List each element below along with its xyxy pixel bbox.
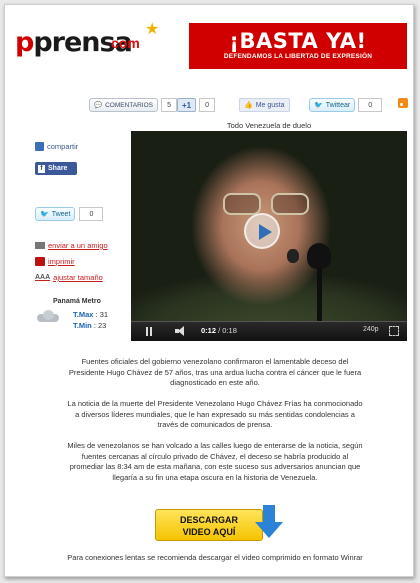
- quality-selector[interactable]: 240p: [363, 326, 379, 333]
- video-time: 0:12 / 0:18: [201, 326, 237, 335]
- twitter-bird-icon: 🐦: [314, 102, 323, 109]
- comments-button[interactable]: 💬 COMENTARIOS: [89, 98, 159, 112]
- cloudy-icon: [37, 310, 59, 322]
- download-note: Para conexiones lentas se recomienda des…: [67, 553, 363, 562]
- download-line-1: DESCARGAR: [179, 515, 238, 525]
- weather-title: Panamá Metro: [53, 298, 101, 305]
- facebook-share-button[interactable]: f Share: [35, 162, 77, 175]
- current-time: 0:12: [201, 326, 217, 335]
- twitter-widget: 🐦 Twittear 0: [309, 97, 383, 113]
- video-controls: 0:12 / 0:18 240p: [131, 321, 407, 341]
- microphone-shape: [307, 243, 331, 269]
- envelope-icon: [35, 242, 45, 249]
- tweet-widget: 🐦 Tweet 0: [35, 207, 104, 221]
- video-caption: Todo Venezuela de duelo: [226, 121, 312, 130]
- print-label: imprimir: [48, 257, 75, 266]
- volume-icon[interactable]: [175, 326, 189, 336]
- prensa-logo[interactable]: pprensa com ★: [15, 21, 165, 63]
- gplus-button[interactable]: +1: [177, 98, 197, 112]
- article-paragraph-3: Miles de venezolanos se han volcado a la…: [67, 441, 363, 482]
- text-size-icon: AAA: [35, 274, 51, 281]
- fb-share-label: Share: [48, 165, 68, 172]
- facebook-icon: f: [38, 164, 45, 173]
- weather-widget: Panamá Metro T.Max : 31 T.Min : 23: [35, 298, 127, 338]
- temp-min-value: : 23: [93, 321, 107, 330]
- temp-max: T.Max : 31: [73, 310, 108, 319]
- rss-icon[interactable]: [398, 98, 408, 108]
- share-link[interactable]: compartir: [35, 142, 78, 151]
- share-icon: [35, 142, 44, 151]
- email-friend-link[interactable]: enviar a un amigo: [35, 241, 108, 250]
- download-line-2: VIDEO AQUÍ: [182, 527, 236, 537]
- twitter-label: Twittear: [325, 101, 351, 109]
- print-link[interactable]: imprimir: [35, 257, 75, 266]
- microphone-shape: [287, 249, 299, 263]
- twitter-button[interactable]: 🐦 Twittear: [309, 98, 356, 112]
- share-label: compartir: [47, 142, 79, 151]
- progress-bar[interactable]: [131, 321, 407, 322]
- tweet-label: Tweet: [51, 210, 71, 218]
- comments-widget: 💬 COMENTARIOS 5: [89, 97, 178, 113]
- article-paragraph-2: La noticia de la muerte del Presidente V…: [67, 399, 363, 429]
- twitter-bird-icon: 🐦: [40, 211, 49, 218]
- comments-label: COMENTARIOS: [105, 101, 154, 109]
- article-paragraph-1: Fuentes oficiales del gobierno venezolan…: [68, 357, 362, 387]
- video-player[interactable]: 0:12 / 0:18 240p: [131, 131, 407, 341]
- like-label: Me gusta: [255, 101, 285, 109]
- temp-max-label: T.Max: [73, 310, 94, 319]
- tweet-count: 0: [79, 207, 104, 221]
- social-bar: 💬 COMENTARIOS 5 +1 0 👍 Me gusta 🐦 Twitte…: [5, 97, 413, 115]
- comment-icon: 💬: [94, 102, 103, 109]
- email-label: enviar a un amigo: [48, 241, 108, 250]
- facebook-like-button[interactable]: 👍 Me gusta: [239, 98, 290, 112]
- banner-title: ¡BASTA YA!: [229, 29, 367, 53]
- resize-text-link[interactable]: AAA ajustar tamaño: [35, 273, 103, 282]
- gplus-widget: +1 0: [177, 97, 216, 113]
- page-frame: pprensa com ★ ¡BASTA YA! DEFENDAMOS LA L…: [4, 4, 414, 577]
- microphone-stand: [317, 267, 322, 322]
- fullscreen-icon[interactable]: [389, 326, 399, 336]
- download-label-box: DESCARGAR VIDEO AQUÍ: [155, 509, 263, 541]
- gplus-count: 0: [199, 98, 216, 112]
- play-icon[interactable]: [244, 213, 280, 249]
- tweet-button[interactable]: 🐦 Tweet: [35, 207, 76, 221]
- printer-icon: [35, 257, 45, 266]
- temp-min-label: T.Min: [73, 321, 92, 330]
- resize-label: ajustar tamaño: [53, 273, 103, 282]
- logo-com-text: com: [111, 35, 140, 51]
- temp-max-value: : 31: [95, 310, 109, 319]
- facebook-like-widget: 👍 Me gusta: [239, 97, 290, 113]
- star-icon: ★: [145, 21, 160, 38]
- comments-count: 5: [161, 98, 178, 112]
- pause-icon[interactable]: [145, 327, 153, 336]
- download-video-button[interactable]: DESCARGAR VIDEO AQUÍ: [155, 505, 283, 545]
- thumbs-up-icon: 👍: [244, 102, 253, 109]
- total-time: / 0:18: [216, 326, 237, 335]
- basta-ya-banner[interactable]: ¡BASTA YA! DEFENDAMOS LA LIBERTAD DE EXP…: [189, 23, 407, 69]
- banner-subtitle: DEFENDAMOS LA LIBERTAD DE EXPRESIÓN: [223, 53, 373, 60]
- download-arrow-icon: [255, 505, 283, 543]
- twitter-count: 0: [358, 98, 383, 112]
- temp-min: T.Min : 23: [73, 321, 106, 330]
